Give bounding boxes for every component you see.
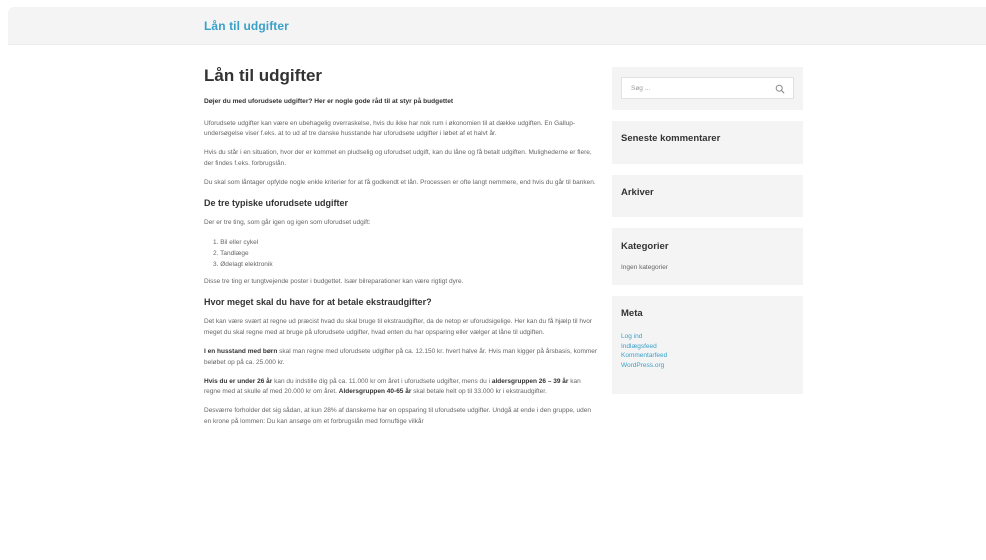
widget-title-categories: Kategorier	[621, 241, 669, 252]
search-widget	[612, 67, 803, 110]
paragraph-4: Der er tre ting, som går igen og igen so…	[204, 219, 371, 227]
widget-title-recent-comments: Seneste kommentarer	[621, 133, 721, 144]
paragraph-8: Hvis du er under 26 år kan du indstille …	[204, 377, 598, 398]
bold-text: Hvis du er under 26 år	[204, 377, 273, 385]
meta-link-entries-feed[interactable]: Indlægsfeed	[621, 343, 657, 350]
paragraph-5: Disse tre ting er tungtvejende poster i …	[204, 278, 464, 286]
text-span: kan du indstille dig på ca. 11.000 kr om…	[272, 377, 492, 385]
meta-link-wordpress[interactable]: WordPress.org	[621, 362, 664, 369]
list-item: Kommentarfeed	[621, 351, 794, 361]
post-content: Lån til udgifter Døjer du med uforudsete…	[204, 66, 598, 436]
recent-comments-widget: Seneste kommentarer	[612, 121, 803, 164]
list-item: Indlægsfeed	[621, 342, 794, 352]
search-icon[interactable]	[775, 84, 785, 94]
categories-empty-text: Ingen kategorier	[621, 264, 668, 271]
list-item: 3. Ødelagt elektronik	[213, 261, 273, 269]
meta-link-login[interactable]: Log ind	[621, 333, 642, 340]
paragraph-6: Det kan være svært at regne ud præcist h…	[204, 318, 593, 336]
site-title-link[interactable]: Lån til udgifter	[204, 19, 289, 33]
list-item: Log ind	[621, 332, 794, 342]
meta-link-comments-feed[interactable]: Kommentarfeed	[621, 352, 667, 359]
expense-list: 1. Bil eller cykel 2. Tandlæge 3. Ødelag…	[213, 237, 598, 270]
paragraph-1: Uforudsete udgifter kan være en ubehagel…	[204, 119, 576, 138]
meta-links: Log ind Indlægsfeed Kommentarfeed WordPr…	[621, 332, 794, 370]
list-item: WordPress.org	[621, 361, 794, 371]
paragraph-7: I en husstand med børn skal man regne me…	[204, 347, 598, 368]
post-title: Lån til udgifter	[204, 66, 323, 85]
search-input[interactable]	[631, 84, 761, 93]
heading-how-much: Hvor meget skal du have for at betale ek…	[204, 297, 432, 308]
paragraph-3: Du skal som låntager opfylde nogle enkle…	[204, 178, 596, 186]
bold-text: I en husstand med børn	[204, 347, 278, 355]
heading-typical-expenses: De tre typiske uforudsete udgifter	[204, 198, 349, 209]
bold-text: Aldersgruppen 40-65 år	[338, 388, 412, 396]
post-lead: Døjer du med uforudsete udgifter? Her er…	[204, 98, 454, 105]
site-header: Lån til udgifter	[8, 7, 986, 45]
paragraph-2: Hvis du står i en situation, hvor der er…	[204, 149, 592, 167]
search-form	[621, 77, 794, 99]
categories-widget: Kategorier Ingen kategorier	[612, 228, 803, 285]
sidebar: Seneste kommentarer Arkiver Kategorier I…	[612, 67, 803, 405]
archives-widget: Arkiver	[612, 175, 803, 217]
list-item: 2. Tandlæge	[213, 250, 249, 258]
bold-text: aldersgruppen 26 – 39 år	[491, 377, 569, 385]
paragraph-9: Desværre forholder det sig sådan, at kun…	[204, 407, 592, 425]
meta-widget: Meta Log ind Indlægsfeed Kommentarfeed W…	[612, 296, 803, 394]
list-item: 1. Bil eller cykel	[213, 239, 259, 247]
widget-title-archives: Arkiver	[621, 187, 654, 198]
text-span: skal betale helt op til 33.000 kr i ekst…	[411, 388, 547, 396]
widget-title-meta: Meta	[621, 308, 643, 319]
